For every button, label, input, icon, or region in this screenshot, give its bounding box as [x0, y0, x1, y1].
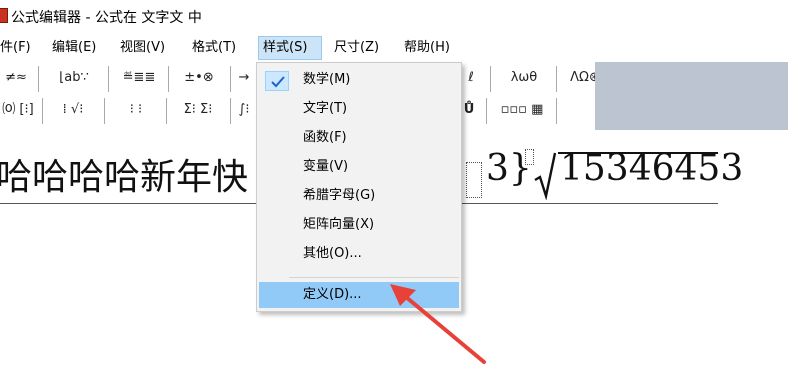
toolbar-separator — [486, 98, 487, 124]
menu-bar: 件(F) 编辑(E) 视图(V) 格式(T) 样式(S) 尺寸(Z) 帮助(H) — [0, 36, 788, 60]
style-menu-item-math[interactable]: 数学(M) — [259, 67, 459, 93]
style-menu-item-matrix-vector[interactable]: 矩阵向量(X) — [259, 212, 459, 238]
style-menu-item-greek[interactable]: 希腊字母(G) — [259, 183, 459, 209]
fractions-radicals-palette-button[interactable]: ⁞ √⁝ — [48, 96, 98, 124]
embellishments-palette-button[interactable]: ≝≣≣ — [112, 64, 166, 92]
style-menu-item-label: 数学(M) — [303, 72, 351, 87]
toolbar-separator — [490, 66, 491, 92]
operators-palette-button[interactable]: ±•⊗ — [172, 64, 226, 92]
toolbar-separator — [108, 66, 109, 92]
exponent-placeholder-slot[interactable] — [525, 149, 534, 165]
toolbar-separator — [230, 66, 231, 92]
toolbar-separator — [556, 98, 557, 124]
toolbar-separator — [556, 66, 557, 92]
menu-separator — [289, 277, 459, 278]
menu-edit[interactable]: 编辑(E) — [48, 36, 100, 60]
relations-palette-button[interactable]: ≠≈ — [0, 64, 36, 92]
radicand-text[interactable]: 15346453 — [560, 148, 743, 189]
annotation-arrow-icon — [390, 284, 486, 364]
arrows-palette-button[interactable]: → — [234, 64, 254, 92]
style-menu-item-other[interactable]: 其他(O)... — [259, 241, 459, 267]
matrices-palette-button[interactable]: ▫▫▫ ▦ — [492, 96, 552, 124]
menu-help[interactable]: 帮助(H) — [400, 36, 454, 60]
menu-format[interactable]: 格式(T) — [188, 36, 240, 60]
app-icon — [0, 8, 8, 23]
menu-style[interactable]: 样式(S) — [258, 36, 322, 60]
style-menu-item-function[interactable]: 函数(F) — [259, 125, 459, 151]
formula-placeholder-slot[interactable] — [466, 162, 482, 198]
style-menu-item-label: 矩阵向量(X) — [303, 217, 375, 232]
greek-lower-palette-button[interactable]: λωθ — [494, 64, 554, 92]
menu-file[interactable]: 件(F) — [0, 36, 35, 60]
toolbar-separator — [168, 66, 169, 92]
menu-size[interactable]: 尺寸(Z) — [330, 36, 383, 60]
toolbar-separator — [166, 98, 167, 124]
summation-palette-button[interactable]: Σ⁝ Σ⁝ — [170, 96, 226, 124]
style-menu-item-label: 其他(O)... — [303, 246, 362, 261]
toolbar-separator — [104, 98, 105, 124]
style-menu-item-variable[interactable]: 变量(V) — [259, 154, 459, 180]
integrals-palette-button[interactable]: ∫⁝ — [234, 96, 254, 124]
radical-sign-icon — [534, 152, 556, 200]
toolbar-separator — [230, 98, 231, 124]
spaces-palette-button[interactable]: ⌊ab∵ — [44, 64, 104, 92]
style-menu-item-text[interactable]: 文字(T) — [259, 96, 459, 122]
title-bar: 公式编辑器 - 公式在 文字文 中 — [0, 0, 788, 33]
style-menu-item-label: 变量(V) — [303, 159, 349, 174]
subscript-palette-button[interactable]: ⁝ ⁝ — [110, 96, 162, 124]
toolbar-separator — [38, 66, 39, 92]
style-menu-item-label: 函数(F) — [303, 130, 347, 145]
style-menu-dropdown: 数学(M) 文字(T) 函数(F) 变量(V) 希腊字母(G) 矩阵向量(X) … — [256, 62, 462, 312]
formula-text-left[interactable]: 哈哈哈哈新年快 — [0, 148, 248, 200]
style-menu-item-label: 希腊字母(G) — [303, 188, 376, 203]
checkmark-icon — [265, 71, 289, 91]
toolbar-empty-area — [595, 62, 788, 130]
fences-palette-button[interactable]: ⒪ [⁝] — [0, 96, 40, 124]
style-menu-item-label: 定义(D)... — [303, 287, 362, 302]
toolbar-separator — [42, 98, 43, 124]
style-menu-item-label: 文字(T) — [303, 101, 348, 116]
window-title: 公式编辑器 - 公式在 文字文 中 — [11, 10, 202, 26]
menu-view[interactable]: 视图(V) — [116, 36, 169, 60]
